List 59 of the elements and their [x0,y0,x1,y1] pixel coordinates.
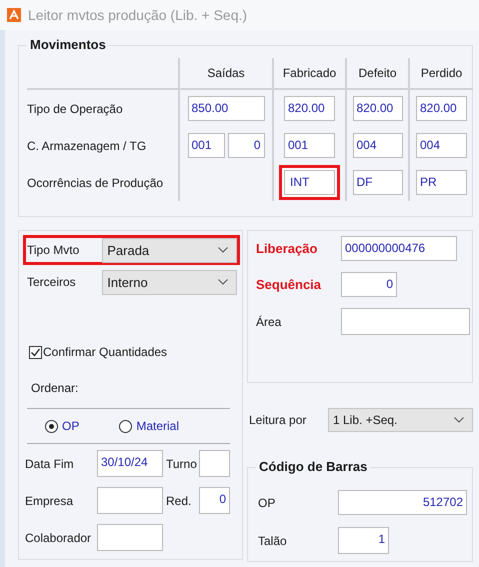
input-field[interactable]: 001 [284,133,335,158]
field-label: Red. [166,494,192,508]
field-label: Turno [166,456,198,470]
column-header: Saídas [207,66,245,80]
row-label: C. Armazenagem / TG [27,138,146,152]
input-field[interactable]: 000000000476 [341,236,457,261]
field-label: Colaborador [25,530,92,544]
caret-icon [218,279,228,285]
radio-label: OP [62,419,80,433]
radio-button[interactable] [45,420,58,432]
input-field[interactable]: PR [416,170,467,195]
field-label: Terceiros [26,275,77,289]
field-label: Data Fim [25,456,75,470]
dropdown[interactable]: Interno [102,270,237,294]
input-field[interactable]: 820.00 [416,96,467,121]
field-label: Área [256,314,282,328]
input-field[interactable]: 0 [341,272,397,297]
input-field[interactable]: 004 [416,133,467,158]
group-title: Código de Barras [256,459,370,474]
input-field[interactable]: 001 [188,133,224,158]
caret-icon [454,417,464,423]
caret-icon [218,247,228,253]
checkbox-label: Confirmar Quantidades [43,345,168,359]
input-field[interactable]: 0 [228,133,264,158]
input-field[interactable] [97,524,163,551]
row-label: Tipo de Operação [27,102,123,116]
app-icon [7,8,21,22]
radio-label: Material [136,419,180,433]
input-field[interactable]: 512702 [338,490,467,515]
input-field[interactable]: 820.00 [284,96,335,121]
input-field[interactable] [97,487,163,514]
group-title: Movimentos [27,37,109,52]
window-title: Leitor mvtos produção (Lib. + Seq.) [28,7,248,23]
dropdown[interactable]: 1 Lib. +Seq. [328,408,473,432]
input-field[interactable]: 0 [199,487,230,514]
input-field[interactable]: DF [352,170,402,195]
input-field[interactable]: 004 [352,133,402,158]
field-label: Empresa [25,494,74,508]
input-field[interactable]: 1 [338,527,389,554]
column-header: Fabricado [282,66,336,80]
input-field[interactable] [199,450,230,477]
input-field[interactable]: INT [279,165,340,200]
checkbox[interactable] [29,346,42,358]
dropdown[interactable]: Parada [102,238,237,262]
column-header: Defeito [358,66,397,80]
field-label: Talão [258,534,288,548]
field-label: Tipo Mvto [26,243,80,257]
input-field[interactable] [341,308,470,335]
ordenar-label: Ordenar: [31,381,80,395]
field-label: Liberação [256,241,318,256]
field-label: Sequência [256,277,322,292]
field-label: OP [258,496,276,510]
input-field[interactable]: 850.00 [188,96,264,121]
field-label: Leitura por [249,413,306,427]
column-header: Perdido [420,66,462,80]
input-field[interactable]: 820.00 [352,96,402,121]
input-field[interactable]: 30/10/24 [97,450,163,477]
row-label: Ocorrências de Produção [27,176,164,190]
radio-button[interactable] [119,420,132,432]
